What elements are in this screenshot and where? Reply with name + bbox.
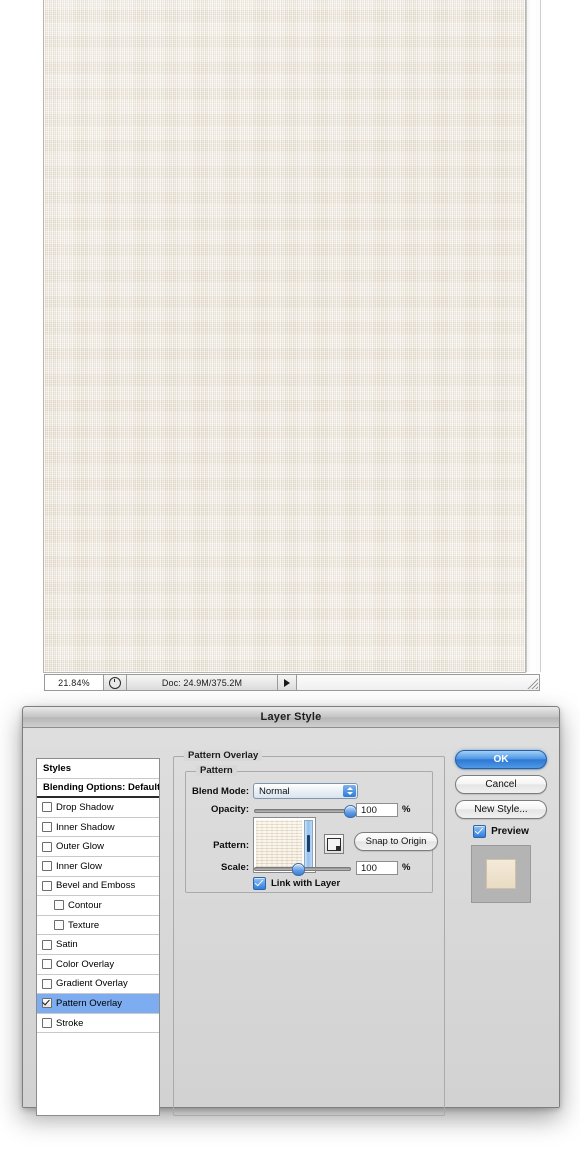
link-with-layer-label: Link with Layer xyxy=(271,878,341,889)
clock-icon[interactable] xyxy=(104,674,127,691)
style-row-label: Contour xyxy=(68,899,102,911)
checkbox-inner-glow[interactable] xyxy=(42,861,52,872)
checkbox-link-with-layer[interactable] xyxy=(253,877,266,890)
preview-thumbnail xyxy=(471,845,531,903)
link-with-layer-row[interactable]: Link with Layer xyxy=(253,877,340,890)
blend-mode-value: Normal xyxy=(259,785,290,797)
preview-thumbnail-swatch xyxy=(486,859,516,889)
sidebar-item-stroke[interactable]: Stroke xyxy=(37,1014,159,1034)
sidebar-item-pattern-overlay[interactable]: Pattern Overlay xyxy=(37,994,159,1014)
checkbox-gradient-overlay[interactable] xyxy=(42,978,52,989)
style-row-label: Gradient Overlay xyxy=(56,978,128,990)
doc-size-info[interactable]: Doc: 24.9M/375.2M xyxy=(127,674,278,691)
blend-mode-select[interactable]: Normal xyxy=(253,783,358,799)
chevron-down-glyph xyxy=(346,792,353,795)
sidebar-item-gradient-overlay[interactable]: Gradient Overlay xyxy=(37,975,159,995)
status-bar-empty-area xyxy=(297,674,540,691)
sidebar-item-color-overlay[interactable]: Color Overlay xyxy=(37,955,159,975)
opacity-input[interactable]: 100 xyxy=(356,803,398,817)
triangle-right-glyph xyxy=(284,678,290,687)
pattern-subgroup: Pattern Blend Mode: Normal Opacity: 100 … xyxy=(185,765,438,893)
checkbox-satin[interactable] xyxy=(42,939,52,950)
style-row-label: Styles xyxy=(43,762,71,774)
layer-style-dialog: Layer Style Styles Blending Options: Def… xyxy=(22,706,560,1116)
canvas-area[interactable] xyxy=(44,0,525,672)
document-status-bar: 21.84% Doc: 24.9M/375.2M xyxy=(44,674,540,691)
sidebar-item-satin[interactable]: Satin xyxy=(37,935,159,955)
photoshop-document-window: 21.84% Doc: 24.9M/375.2M xyxy=(40,0,541,692)
chevron-up-glyph xyxy=(346,787,353,790)
style-row-label: Pattern Overlay xyxy=(56,997,122,1009)
group-title: Pattern Overlay xyxy=(184,750,263,761)
checkbox-pattern-overlay[interactable] xyxy=(42,998,52,1009)
style-row-label: Texture xyxy=(68,919,100,931)
zoom-level-field[interactable]: 21.84% xyxy=(44,674,104,691)
scale-slider-thumb[interactable] xyxy=(292,863,305,876)
pattern-label: Pattern: xyxy=(213,840,249,851)
document-vertical-scrollbar[interactable] xyxy=(526,0,541,672)
style-row-label: Bevel and Emboss xyxy=(56,880,136,892)
style-row-label: Stroke xyxy=(56,1017,84,1029)
style-row-label: Satin xyxy=(56,939,78,951)
scale-input[interactable]: 100 xyxy=(356,861,398,875)
pattern-preset-icon[interactable] xyxy=(324,834,344,854)
checkbox-inner-shadow[interactable] xyxy=(42,822,52,833)
opacity-slider-track[interactable] xyxy=(254,809,351,813)
style-row-label: Inner Glow xyxy=(56,860,102,872)
sidebar-item-contour[interactable]: Contour xyxy=(37,896,159,916)
dialog-body: Styles Blending Options: Default Drop Sh… xyxy=(23,728,559,1116)
style-row-label: Blending Options: Default xyxy=(43,781,160,793)
ok-button[interactable]: OK xyxy=(455,750,547,769)
cancel-button[interactable]: Cancel xyxy=(455,775,547,794)
sidebar-item-blending-options[interactable]: Blending Options: Default xyxy=(37,779,159,799)
checkbox-stroke[interactable] xyxy=(42,1018,52,1029)
dialog-title: Layer Style xyxy=(260,711,322,723)
sidebar-item-inner-shadow[interactable]: Inner Shadow xyxy=(37,818,159,838)
dialog-titlebar[interactable]: Layer Style xyxy=(23,707,559,728)
snap-to-origin-button[interactable]: Snap to Origin xyxy=(354,832,438,851)
style-row-label: Outer Glow xyxy=(56,841,105,853)
style-row-label: Inner Shadow xyxy=(56,821,115,833)
style-row-label: Color Overlay xyxy=(56,958,115,970)
pattern-overlay-group: Pattern Overlay Pattern Blend Mode: Norm… xyxy=(173,750,445,1116)
sidebar-item-bevel-and-emboss[interactable]: Bevel and Emboss xyxy=(37,877,159,897)
preview-row[interactable]: Preview xyxy=(455,825,547,838)
clock-glyph xyxy=(109,676,121,689)
chevron-updown-icon xyxy=(343,785,356,797)
checkbox-texture[interactable] xyxy=(54,920,64,931)
pattern-swatch-picker[interactable] xyxy=(253,817,316,873)
sidebar-item-inner-glow[interactable]: Inner Glow xyxy=(37,857,159,877)
preview-label: Preview xyxy=(491,826,529,837)
subgroup-title: Pattern xyxy=(196,765,237,776)
triangle-right-icon[interactable] xyxy=(278,674,297,691)
pattern-scrollbar-thumb[interactable] xyxy=(307,835,310,852)
style-row-label: Drop Shadow xyxy=(56,801,114,813)
checkbox-contour[interactable] xyxy=(54,900,64,911)
sidebar-item-texture[interactable]: Texture xyxy=(37,916,159,936)
resize-grip-icon[interactable] xyxy=(526,677,538,689)
styles-list-header[interactable]: Styles xyxy=(37,759,159,779)
sidebar-item-drop-shadow[interactable]: Drop Shadow xyxy=(37,798,159,818)
checkbox-preview[interactable] xyxy=(473,825,487,838)
new-style-button[interactable]: New Style... xyxy=(455,800,547,819)
styles-list[interactable]: Styles Blending Options: Default Drop Sh… xyxy=(36,758,160,1116)
canvas-linen-texture xyxy=(44,0,525,672)
checkbox-drop-shadow[interactable] xyxy=(42,802,52,813)
sidebar-item-outer-glow[interactable]: Outer Glow xyxy=(37,837,159,857)
scale-unit: % xyxy=(402,862,411,873)
scale-label: Scale: xyxy=(221,862,249,873)
checkbox-bevel-and-emboss[interactable] xyxy=(42,880,52,891)
checkbox-outer-glow[interactable] xyxy=(42,841,52,852)
pattern-preset-glyph xyxy=(327,837,341,851)
pattern-swatch-scrollbar[interactable] xyxy=(304,820,313,870)
opacity-unit: % xyxy=(402,804,411,815)
dialog-button-panel: OK Cancel New Style... Preview xyxy=(455,750,547,903)
checkbox-color-overlay[interactable] xyxy=(42,959,52,970)
blend-mode-label: Blend Mode: xyxy=(192,786,249,797)
opacity-label: Opacity: xyxy=(210,804,249,815)
